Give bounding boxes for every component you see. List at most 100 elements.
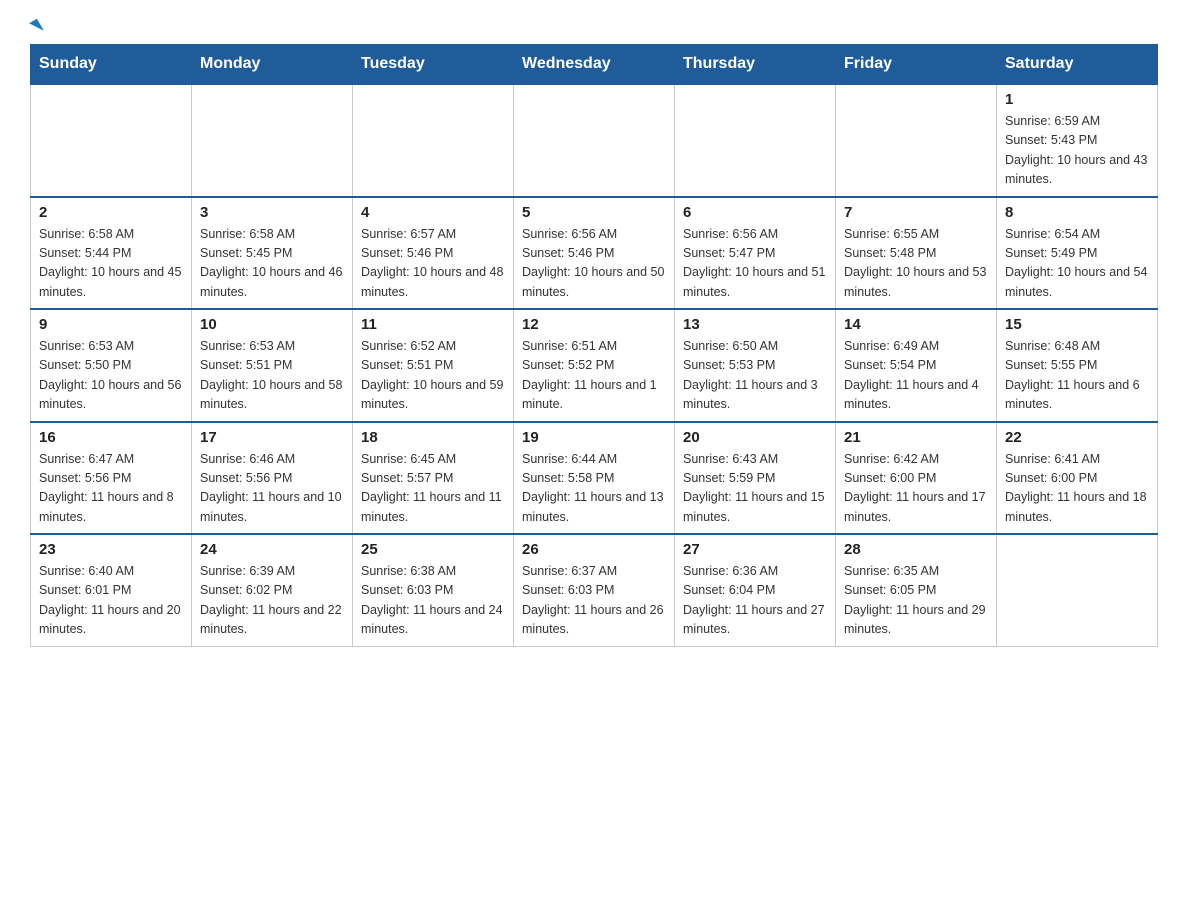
calendar-cell: 21 Sunrise: 6:42 AM Sunset: 6:00 PM Dayli… [836, 422, 997, 535]
page-header [30, 20, 1158, 34]
calendar-week-row: 1 Sunrise: 6:59 AM Sunset: 5:43 PM Daylig… [31, 84, 1158, 197]
calendar-cell: 28 Sunrise: 6:35 AM Sunset: 6:05 PM Dayli… [836, 534, 997, 646]
day-number: 16 [39, 429, 183, 446]
day-info: Sunrise: 6:53 AM Sunset: 5:51 PM Dayligh… [200, 337, 344, 415]
calendar-cell [675, 84, 836, 197]
day-info: Sunrise: 6:39 AM Sunset: 6:02 PM Dayligh… [200, 562, 344, 640]
day-info: Sunrise: 6:52 AM Sunset: 5:51 PM Dayligh… [361, 337, 505, 415]
day-number: 22 [1005, 429, 1149, 446]
day-info: Sunrise: 6:56 AM Sunset: 5:47 PM Dayligh… [683, 225, 827, 303]
calendar-cell: 9 Sunrise: 6:53 AM Sunset: 5:50 PM Daylig… [31, 309, 192, 422]
day-header-monday: Monday [192, 45, 353, 85]
day-number: 26 [522, 541, 666, 558]
calendar-cell: 8 Sunrise: 6:54 AM Sunset: 5:49 PM Daylig… [997, 197, 1158, 310]
day-number: 27 [683, 541, 827, 558]
calendar-cell: 16 Sunrise: 6:47 AM Sunset: 5:56 PM Dayli… [31, 422, 192, 535]
day-info: Sunrise: 6:50 AM Sunset: 5:53 PM Dayligh… [683, 337, 827, 415]
day-number: 7 [844, 204, 988, 221]
day-number: 11 [361, 316, 505, 333]
day-number: 24 [200, 541, 344, 558]
day-number: 6 [683, 204, 827, 221]
calendar-week-row: 16 Sunrise: 6:47 AM Sunset: 5:56 PM Dayli… [31, 422, 1158, 535]
day-number: 3 [200, 204, 344, 221]
day-info: Sunrise: 6:44 AM Sunset: 5:58 PM Dayligh… [522, 450, 666, 528]
calendar-cell [514, 84, 675, 197]
day-info: Sunrise: 6:43 AM Sunset: 5:59 PM Dayligh… [683, 450, 827, 528]
calendar-week-row: 9 Sunrise: 6:53 AM Sunset: 5:50 PM Daylig… [31, 309, 1158, 422]
day-number: 17 [200, 429, 344, 446]
calendar-cell: 19 Sunrise: 6:44 AM Sunset: 5:58 PM Dayli… [514, 422, 675, 535]
calendar-cell: 13 Sunrise: 6:50 AM Sunset: 5:53 PM Dayli… [675, 309, 836, 422]
day-info: Sunrise: 6:55 AM Sunset: 5:48 PM Dayligh… [844, 225, 988, 303]
day-info: Sunrise: 6:59 AM Sunset: 5:43 PM Dayligh… [1005, 112, 1149, 190]
day-info: Sunrise: 6:48 AM Sunset: 5:55 PM Dayligh… [1005, 337, 1149, 415]
day-number: 28 [844, 541, 988, 558]
day-info: Sunrise: 6:45 AM Sunset: 5:57 PM Dayligh… [361, 450, 505, 528]
day-number: 20 [683, 429, 827, 446]
calendar-cell [836, 84, 997, 197]
day-info: Sunrise: 6:36 AM Sunset: 6:04 PM Dayligh… [683, 562, 827, 640]
day-info: Sunrise: 6:41 AM Sunset: 6:00 PM Dayligh… [1005, 450, 1149, 528]
day-header-tuesday: Tuesday [353, 45, 514, 85]
day-number: 4 [361, 204, 505, 221]
day-info: Sunrise: 6:53 AM Sunset: 5:50 PM Dayligh… [39, 337, 183, 415]
calendar-cell: 15 Sunrise: 6:48 AM Sunset: 5:55 PM Dayli… [997, 309, 1158, 422]
calendar-cell: 1 Sunrise: 6:59 AM Sunset: 5:43 PM Daylig… [997, 84, 1158, 197]
day-number: 23 [39, 541, 183, 558]
day-number: 12 [522, 316, 666, 333]
day-number: 14 [844, 316, 988, 333]
day-info: Sunrise: 6:56 AM Sunset: 5:46 PM Dayligh… [522, 225, 666, 303]
day-header-sunday: Sunday [31, 45, 192, 85]
calendar-cell: 7 Sunrise: 6:55 AM Sunset: 5:48 PM Daylig… [836, 197, 997, 310]
day-number: 15 [1005, 316, 1149, 333]
calendar-cell: 22 Sunrise: 6:41 AM Sunset: 6:00 PM Dayli… [997, 422, 1158, 535]
calendar-cell: 20 Sunrise: 6:43 AM Sunset: 5:59 PM Dayli… [675, 422, 836, 535]
calendar-cell [31, 84, 192, 197]
calendar-cell: 24 Sunrise: 6:39 AM Sunset: 6:02 PM Dayli… [192, 534, 353, 646]
day-info: Sunrise: 6:51 AM Sunset: 5:52 PM Dayligh… [522, 337, 666, 415]
day-header-friday: Friday [836, 45, 997, 85]
calendar-cell: 6 Sunrise: 6:56 AM Sunset: 5:47 PM Daylig… [675, 197, 836, 310]
calendar-cell [997, 534, 1158, 646]
day-info: Sunrise: 6:37 AM Sunset: 6:03 PM Dayligh… [522, 562, 666, 640]
day-info: Sunrise: 6:42 AM Sunset: 6:00 PM Dayligh… [844, 450, 988, 528]
calendar-table: SundayMondayTuesdayWednesdayThursdayFrid… [30, 44, 1158, 647]
day-number: 13 [683, 316, 827, 333]
day-number: 8 [1005, 204, 1149, 221]
calendar-cell: 14Sunrise: 6:49 AM Sunset: 5:54 PM Dayli… [836, 309, 997, 422]
day-number: 1 [1005, 91, 1149, 108]
calendar-cell: 23 Sunrise: 6:40 AM Sunset: 6:01 PM Dayli… [31, 534, 192, 646]
calendar-cell: 11 Sunrise: 6:52 AM Sunset: 5:51 PM Dayli… [353, 309, 514, 422]
calendar-cell: 12 Sunrise: 6:51 AM Sunset: 5:52 PM Dayli… [514, 309, 675, 422]
day-info: Sunrise: 6:40 AM Sunset: 6:01 PM Dayligh… [39, 562, 183, 640]
calendar-header-row: SundayMondayTuesdayWednesdayThursdayFrid… [31, 45, 1158, 85]
calendar-cell: 4Sunrise: 6:57 AM Sunset: 5:46 PM Daylig… [353, 197, 514, 310]
day-number: 10 [200, 316, 344, 333]
logo [30, 20, 41, 34]
calendar-week-row: 2 Sunrise: 6:58 AM Sunset: 5:44 PM Daylig… [31, 197, 1158, 310]
calendar-cell [192, 84, 353, 197]
day-header-saturday: Saturday [997, 45, 1158, 85]
calendar-cell: 18 Sunrise: 6:45 AM Sunset: 5:57 PM Dayli… [353, 422, 514, 535]
day-info: Sunrise: 6:54 AM Sunset: 5:49 PM Dayligh… [1005, 225, 1149, 303]
day-info: Sunrise: 6:58 AM Sunset: 5:45 PM Dayligh… [200, 225, 344, 303]
day-number: 19 [522, 429, 666, 446]
day-info: Sunrise: 6:58 AM Sunset: 5:44 PM Dayligh… [39, 225, 183, 303]
calendar-cell [353, 84, 514, 197]
logo-triangle-icon [29, 19, 44, 36]
day-info: Sunrise: 6:35 AM Sunset: 6:05 PM Dayligh… [844, 562, 988, 640]
calendar-cell: 26 Sunrise: 6:37 AM Sunset: 6:03 PM Dayli… [514, 534, 675, 646]
day-number: 9 [39, 316, 183, 333]
calendar-cell: 10 Sunrise: 6:53 AM Sunset: 5:51 PM Dayli… [192, 309, 353, 422]
calendar-cell: 2 Sunrise: 6:58 AM Sunset: 5:44 PM Daylig… [31, 197, 192, 310]
day-number: 2 [39, 204, 183, 221]
calendar-cell: 27 Sunrise: 6:36 AM Sunset: 6:04 PM Dayli… [675, 534, 836, 646]
day-info: Sunrise: 6:47 AM Sunset: 5:56 PM Dayligh… [39, 450, 183, 528]
day-number: 18 [361, 429, 505, 446]
day-header-wednesday: Wednesday [514, 45, 675, 85]
calendar-cell: 25Sunrise: 6:38 AM Sunset: 6:03 PM Dayli… [353, 534, 514, 646]
calendar-week-row: 23 Sunrise: 6:40 AM Sunset: 6:01 PM Dayli… [31, 534, 1158, 646]
day-number: 21 [844, 429, 988, 446]
calendar-cell: 3 Sunrise: 6:58 AM Sunset: 5:45 PM Daylig… [192, 197, 353, 310]
calendar-cell: 17Sunrise: 6:46 AM Sunset: 5:56 PM Dayli… [192, 422, 353, 535]
